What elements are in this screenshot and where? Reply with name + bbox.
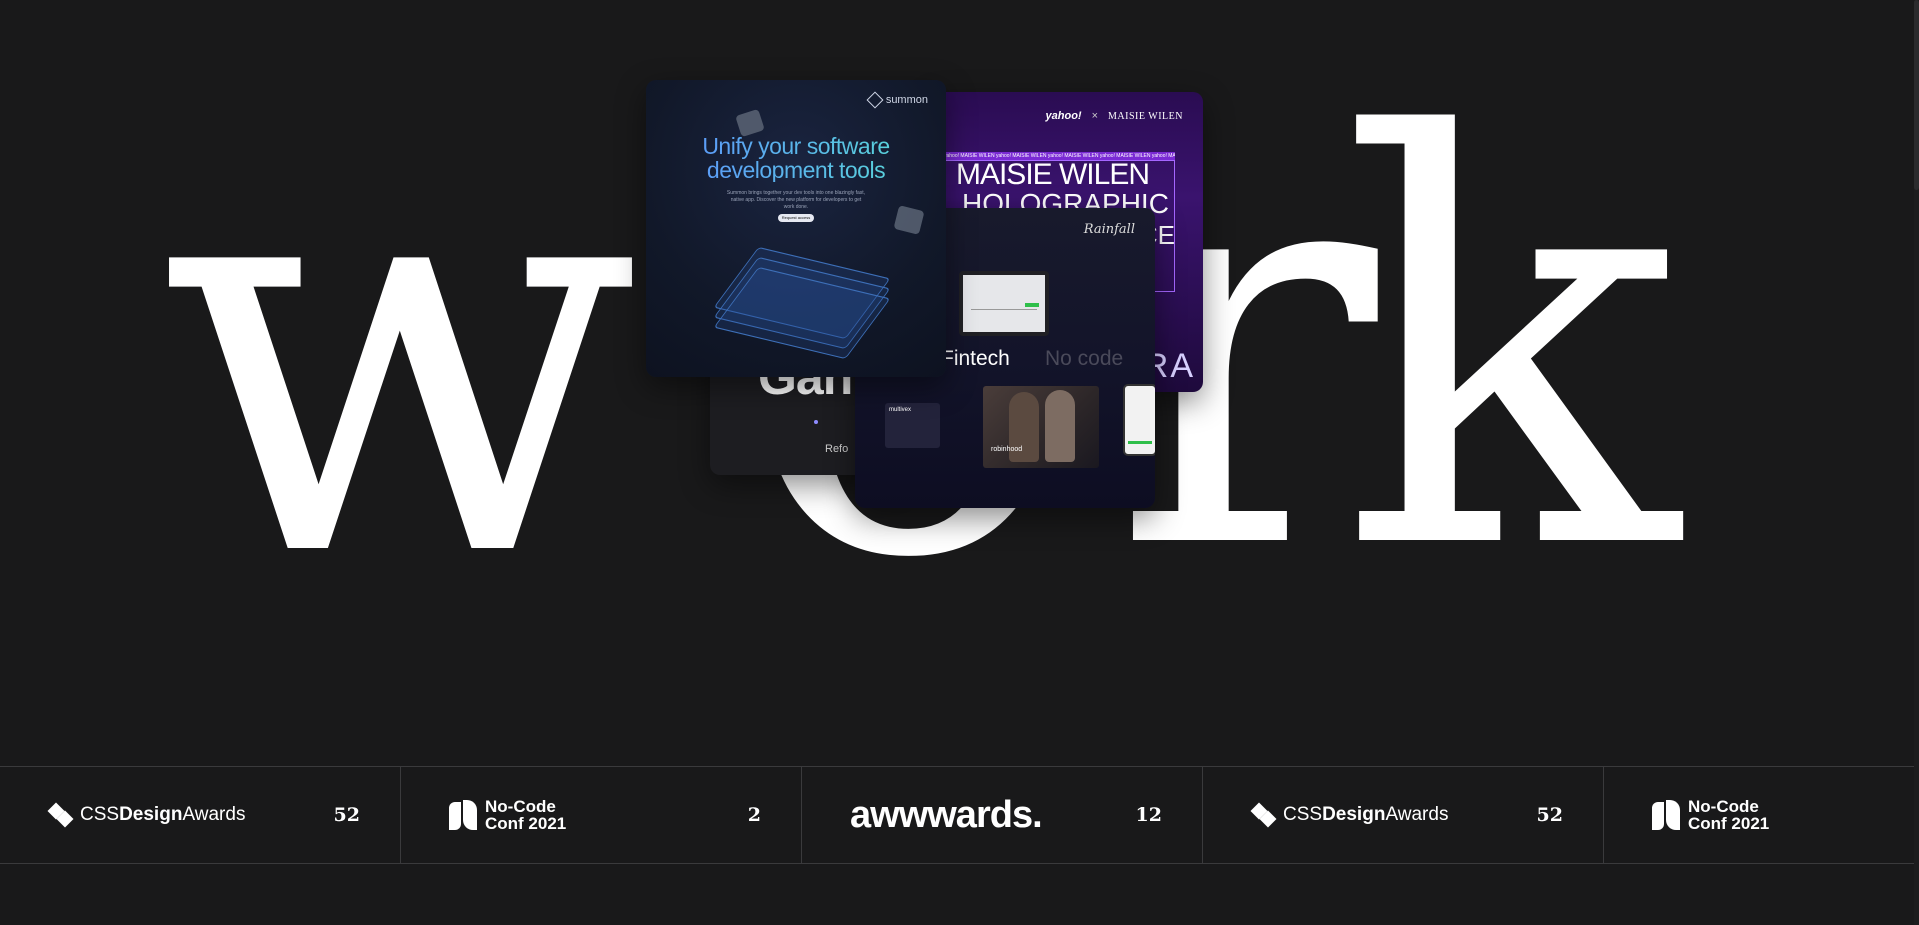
summon-logo-text: summon [885, 94, 928, 106]
gan-brand: Refo [825, 443, 849, 455]
cssdesignawards-logo: CSSDesignAwards [48, 767, 245, 863]
awwwards-logo: awwwards. [850, 793, 1043, 836]
award-cssdesignawards[interactable]: CSSDesignAwards 52 [0, 767, 401, 863]
founders-photo: robinhood [983, 386, 1099, 468]
award-name-suffix: Awards [182, 804, 246, 825]
cube-icon [893, 205, 925, 235]
yahoo-card-title: MAISIE WILEN [955, 158, 1150, 191]
yahoo-brand-row: yahoo! × MAISIE WILEN [1046, 110, 1183, 122]
award-line-1: No-Code [485, 797, 556, 816]
award-nocode-conf[interactable]: No-Code Conf 2021 2 [401, 767, 802, 863]
summon-title: Unify your software development tools [646, 134, 946, 182]
hexagon-icon [866, 91, 884, 109]
cssdesignawards-logo: CSSDesignAwards [1251, 767, 1448, 863]
scrollbar-thumb[interactable] [1914, 0, 1919, 190]
award-line-1: No-Code [1688, 797, 1759, 816]
maisie-wilen-logo: MAISIE WILEN [1108, 111, 1183, 122]
nocode-icon [1652, 800, 1680, 830]
nocode-conf-logo: No-Code Conf 2021 [449, 767, 566, 863]
scrollbar[interactable] [1914, 0, 1919, 925]
layer-stack-illustration [713, 246, 891, 360]
award-count: 2 [747, 804, 761, 826]
nocode-icon [449, 800, 477, 830]
award-name-bold: Design [119, 804, 183, 825]
cssda-icon [1251, 802, 1277, 828]
award-count: 12 [1135, 804, 1162, 826]
rainfall-tag-no-code: No code [1045, 347, 1124, 370]
rainfall-logo: Rainfall [1083, 222, 1135, 237]
award-line-2: Conf 2021 [1688, 814, 1770, 833]
award-line-2: Conf 2021 [485, 814, 567, 833]
yahoo-logo: yahoo! [1045, 110, 1082, 122]
summon-title-line-1: Unify your software [702, 133, 890, 159]
award-cssdesignawards[interactable]: CSSDesignAwards 52 [1203, 767, 1604, 863]
awards-bar: CSSDesignAwards 52 No-Code Conf 2021 2 aw… [0, 766, 1914, 864]
award-awwwards[interactable]: awwwards. 12 [802, 767, 1203, 863]
summon-request-button: Request access [778, 214, 814, 222]
project-card-summon[interactable]: summon Unify your software development t… [646, 80, 946, 377]
award-name-suffix: Awards [1385, 804, 1449, 825]
laptop-screenshot [959, 271, 1049, 336]
award-count: 52 [1536, 804, 1563, 826]
award-name-prefix: CSS [1283, 804, 1323, 825]
award-count: 52 [333, 804, 360, 826]
separator: × [1091, 110, 1099, 122]
award-name-bold: Design [1322, 804, 1386, 825]
summon-title-line-2: development tools [706, 157, 886, 183]
summon-description: Summon brings together your dev tools in… [726, 190, 866, 210]
multivex-tile: multivex [885, 403, 940, 448]
summon-logo: summon [866, 91, 928, 109]
phone-screenshot [1123, 384, 1155, 456]
robinhood-label: robinhood [991, 446, 1023, 453]
rainfall-tag-fintech: Fintech [941, 347, 1010, 370]
dot-icon [814, 420, 818, 424]
nocode-conf-logo: No-Code Conf 2021 [1652, 767, 1769, 863]
cssda-icon [48, 802, 74, 828]
award-nocode-conf[interactable]: No-Code Conf 2021 [1604, 767, 1914, 863]
award-name-prefix: CSS [80, 804, 120, 825]
